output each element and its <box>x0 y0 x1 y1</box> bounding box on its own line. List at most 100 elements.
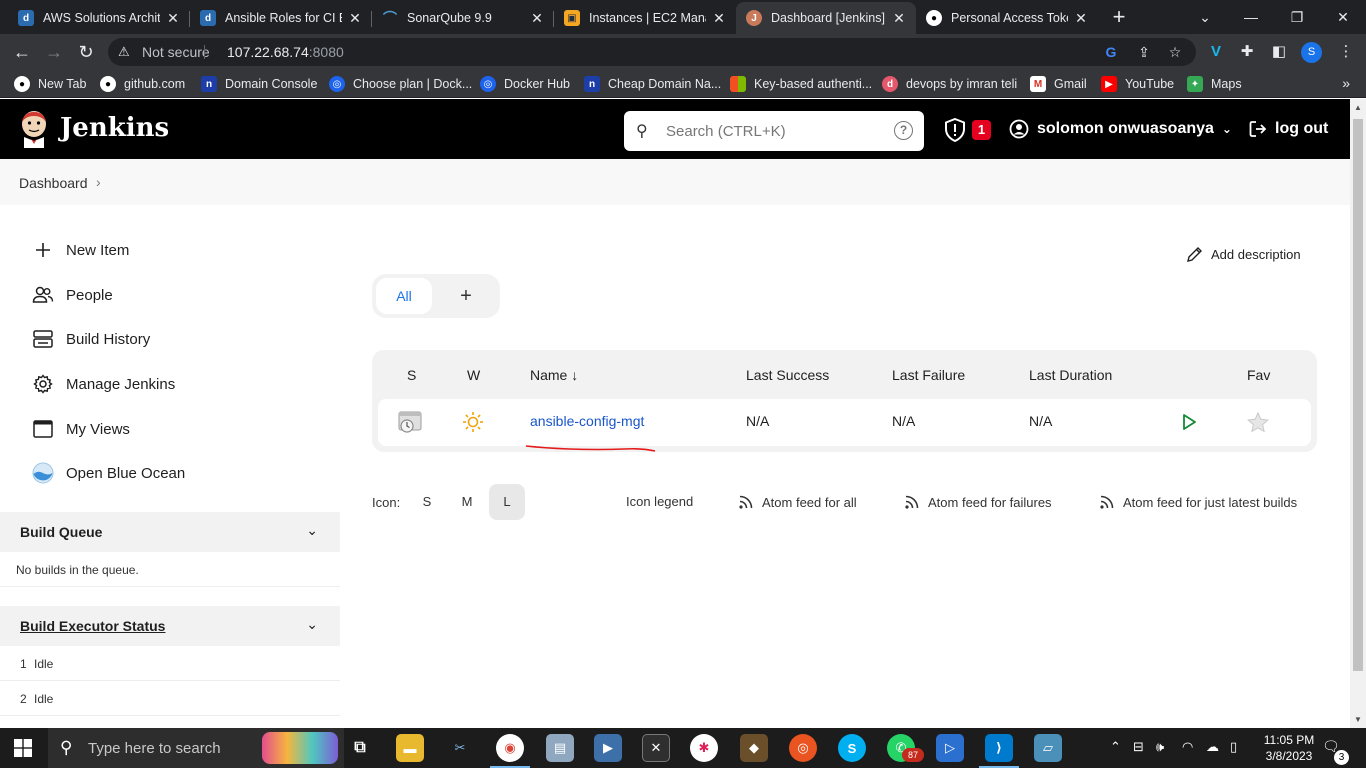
extensions-icon[interactable]: ✚ <box>1237 42 1257 62</box>
search-input[interactable]: Search (CTRL+K) <box>666 123 786 140</box>
bookmark-docker-plan[interactable]: ◎ Choose plan | Dock... <box>329 74 472 94</box>
browser-tab[interactable]: d Ansible Roles for CI Er ✕ <box>190 2 372 34</box>
bookmark-youtube[interactable]: ▶ YouTube <box>1101 74 1174 94</box>
windows-start-icon[interactable] <box>14 739 32 757</box>
chevron-down-icon[interactable]: ⌄ <box>306 616 318 633</box>
tab-all[interactable]: All <box>376 278 432 314</box>
bookmark-docker-hub[interactable]: ◎ Docker Hub <box>480 74 570 94</box>
menu-kebab-icon[interactable]: ⋮ <box>1336 42 1356 62</box>
sidebar-item-my-views[interactable]: My Views <box>32 418 130 440</box>
clock[interactable]: 11:05 PM 3/8/2023 <box>1258 732 1320 764</box>
back-icon[interactable]: ← <box>9 40 35 64</box>
snipping-tool-icon[interactable]: ✂ <box>446 734 474 762</box>
network-icon[interactable]: ⊟ <box>1133 739 1144 755</box>
executor-status-header[interactable]: Build Executor Status ⌄ <box>0 606 340 646</box>
search-box[interactable]: ⚲ Search (CTRL+K) ? <box>624 111 924 151</box>
share-icon[interactable]: ⇪ <box>1135 43 1153 61</box>
close-icon[interactable]: ✕ <box>712 10 726 27</box>
bookmark-github[interactable]: ● github.com <box>100 74 185 94</box>
bookmark-gmail[interactable]: M Gmail <box>1030 74 1087 94</box>
minimize-icon[interactable]: — <box>1228 2 1274 32</box>
bookmark-domain-console[interactable]: n Domain Console <box>201 74 317 94</box>
sidebar-item-new-item[interactable]: New Item <box>32 239 129 261</box>
file-explorer-icon[interactable]: ▬ <box>396 734 424 762</box>
taskbar-search-box[interactable]: ⚲ Type here to search <box>48 728 344 768</box>
taskbar-search-input[interactable]: Type here to search <box>88 740 221 757</box>
scroll-up-icon[interactable]: ▲ <box>1350 103 1366 112</box>
scroll-down-icon[interactable]: ▼ <box>1350 715 1366 724</box>
chrome-icon[interactable]: ◉ <box>490 734 530 768</box>
atom-feed-all-link[interactable]: Atom feed for all <box>738 494 857 510</box>
browser-tab[interactable]: ⌒ SonarQube 9.9 ✕ <box>372 2 554 34</box>
close-window-icon[interactable]: ✕ <box>1320 2 1366 32</box>
reload-icon[interactable]: ↻ <box>73 40 99 64</box>
wifi-icon[interactable]: ◠ <box>1182 739 1193 755</box>
job-link[interactable]: ansible-config-mgt <box>530 413 644 429</box>
bookmark-cheap-domain[interactable]: n Cheap Domain Na... <box>584 74 721 94</box>
chevron-down-icon[interactable]: ⌄ <box>306 522 318 539</box>
skype-icon[interactable]: S <box>838 734 866 762</box>
bookmark-star-icon[interactable]: ☆ <box>1166 43 1184 61</box>
chevron-down-icon[interactable]: ⌄ <box>1222 122 1232 136</box>
column-header-last-failure[interactable]: Last Failure <box>892 367 965 383</box>
address-bar[interactable]: ⚠ Not secure 107.22.68.74:8080 G ⇪ ☆ <box>108 38 1196 66</box>
photo-viewer-icon[interactable]: ✕ <box>642 734 670 762</box>
notes-app-icon[interactable]: ▱ <box>1034 734 1062 762</box>
browser-tab-active[interactable]: J Dashboard [Jenkins] ✕ <box>736 2 916 34</box>
close-icon[interactable]: ✕ <box>348 10 362 27</box>
git-tool-icon[interactable]: ◆ <box>740 734 768 762</box>
column-header-name[interactable]: Name ↓ <box>530 367 578 383</box>
sidebar-item-build-history[interactable]: Build History <box>32 328 150 350</box>
icon-size-m-button[interactable]: M <box>449 484 485 520</box>
onedrive-icon[interactable]: ☁ <box>1206 739 1219 755</box>
scrollbar-thumb[interactable] <box>1353 119 1363 671</box>
add-view-button[interactable]: + <box>456 282 476 310</box>
forward-icon[interactable]: → <box>41 40 67 64</box>
volume-icon[interactable]: 🕪 <box>1156 739 1164 755</box>
ubuntu-icon[interactable]: ◎ <box>789 734 817 762</box>
close-icon[interactable]: ✕ <box>166 10 180 27</box>
bookmark-maps[interactable]: ✦ Maps <box>1187 74 1242 94</box>
security-shield-icon[interactable] <box>944 118 966 142</box>
jenkins-logo-icon[interactable] <box>18 110 50 148</box>
chevron-right-icon[interactable]: › <box>96 174 101 190</box>
security-badge[interactable]: 1 <box>972 120 991 140</box>
icon-size-l-button[interactable]: L <box>489 484 525 520</box>
bookmark-devops-imran[interactable]: d devops by imran teli <box>882 74 1017 94</box>
column-header-weather[interactable]: W <box>467 367 480 383</box>
profile-avatar[interactable]: S <box>1301 42 1322 63</box>
column-header-fav[interactable]: Fav <box>1247 367 1270 383</box>
sidebar-item-open-blue-ocean[interactable]: Open Blue Ocean <box>32 462 185 484</box>
icon-size-s-button[interactable]: S <box>409 484 445 520</box>
chevron-up-icon[interactable]: ⌃ <box>1110 739 1121 755</box>
logout-link[interactable]: log out <box>1248 119 1328 139</box>
new-tab-button[interactable]: + <box>1107 5 1131 29</box>
bookmark-key-auth[interactable]: Key-based authenti... <box>730 74 872 94</box>
column-header-last-success[interactable]: Last Success <box>746 367 829 383</box>
side-panel-icon[interactable]: ◧ <box>1269 42 1289 62</box>
browser-tab[interactable]: ● Personal Access Token ✕ <box>916 2 1098 34</box>
user-menu[interactable]: solomon onwuasoanya ⌄ <box>1009 119 1232 139</box>
bookmark-new-tab[interactable]: ● New Tab <box>14 74 86 94</box>
sidebar-item-manage-jenkins[interactable]: Manage Jenkins <box>32 373 175 395</box>
video-editor-icon[interactable]: ▷ <box>936 734 964 762</box>
screenshot-icon[interactable]: ▤ <box>546 734 574 762</box>
add-description-link[interactable]: Add description <box>1186 246 1301 263</box>
google-lens-icon[interactable]: G <box>1102 43 1120 61</box>
media-player-icon[interactable]: ▶ <box>594 734 622 762</box>
page-scrollbar[interactable]: ▲ ▼ <box>1350 99 1366 728</box>
jenkins-title[interactable]: Jenkins <box>60 113 169 143</box>
atom-feed-latest-link[interactable]: Atom feed for just latest builds <box>1099 494 1297 510</box>
close-icon[interactable]: ✕ <box>892 10 906 27</box>
column-header-last-duration[interactable]: Last Duration <box>1029 367 1112 383</box>
not-secure-label[interactable]: Not secure <box>142 44 210 60</box>
icon-legend-link[interactable]: Icon legend <box>626 494 693 509</box>
browser-tab[interactable]: d AWS Solutions Archite ✕ <box>8 2 190 34</box>
close-icon[interactable]: ✕ <box>530 10 544 27</box>
sidebar-item-people[interactable]: People <box>32 284 113 306</box>
close-icon[interactable]: ✕ <box>1074 10 1088 27</box>
vscode-icon[interactable]: ⟩ <box>979 734 1019 768</box>
tab-search-icon[interactable]: ⌄ <box>1182 2 1228 32</box>
url-text[interactable]: 107.22.68.74:8080 <box>227 44 344 60</box>
slack-icon[interactable]: ✱ <box>690 734 718 762</box>
